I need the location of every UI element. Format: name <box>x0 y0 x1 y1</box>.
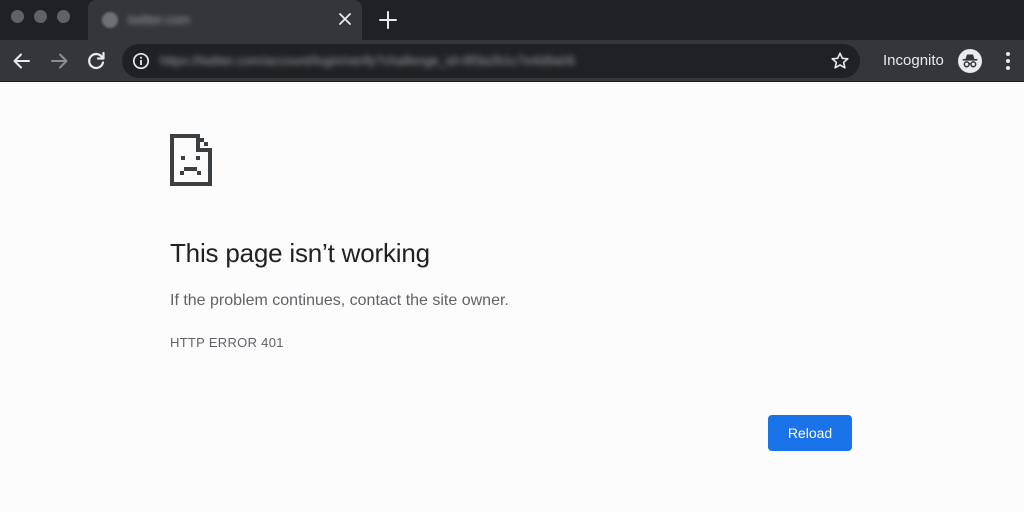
reload-icon <box>88 51 105 70</box>
url-text[interactable]: https://twitter.com/account/login/verify… <box>160 53 820 68</box>
arrow-left-icon <box>13 53 30 69</box>
page-title: This page isn’t working <box>170 238 430 268</box>
info-icon[interactable] <box>132 52 150 70</box>
address-bar[interactable]: https://twitter.com/account/login/verify… <box>122 44 860 78</box>
incognito-icon[interactable] <box>958 49 982 73</box>
incognito-label[interactable]: Incognito <box>883 52 944 69</box>
star-icon[interactable] <box>830 51 850 71</box>
sad-page-icon <box>170 134 214 186</box>
window-close-button[interactable] <box>11 10 24 23</box>
window-zoom-button[interactable] <box>57 10 70 23</box>
error-message: If the problem continues, contact the si… <box>170 292 509 309</box>
arrow-right-icon <box>51 53 68 69</box>
kebab-menu-icon[interactable] <box>998 50 1018 72</box>
new-tab-button[interactable] <box>374 6 402 34</box>
tab-strip: twitter.com <box>0 0 1024 40</box>
window-minimize-button[interactable] <box>34 10 47 23</box>
tab-title: twitter.com <box>128 12 191 27</box>
close-icon[interactable] <box>334 8 356 30</box>
back-button[interactable] <box>9 48 35 74</box>
globe-icon <box>102 12 118 28</box>
forward-button[interactable] <box>46 48 72 74</box>
browser-tab[interactable]: twitter.com <box>88 0 362 40</box>
reload-button[interactable]: Reload <box>768 415 852 451</box>
browser-toolbar: https://twitter.com/account/login/verify… <box>0 40 1024 82</box>
error-code: HTTP ERROR 401 <box>170 335 284 350</box>
plus-icon <box>379 11 397 29</box>
reload-toolbar-button[interactable] <box>83 48 109 74</box>
